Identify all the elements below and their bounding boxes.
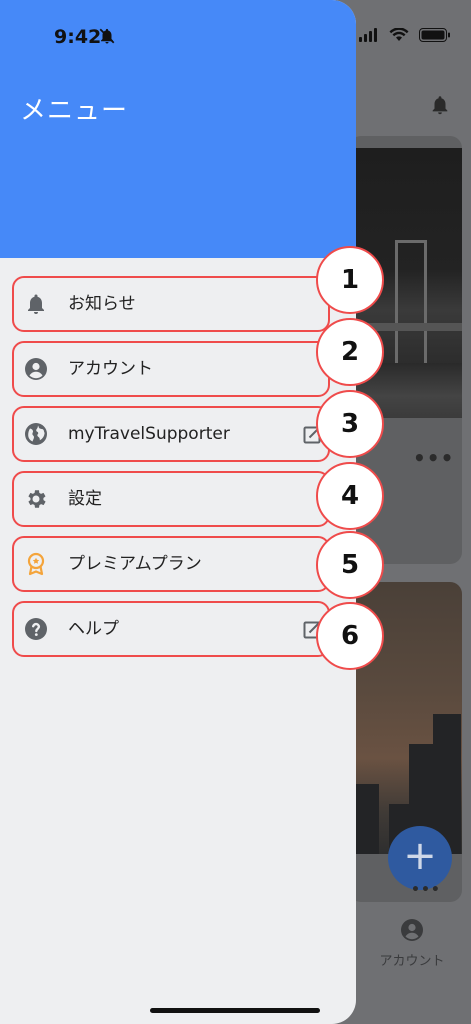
menu-item-label: ヘルプ: [68, 619, 119, 639]
wifi-icon: [389, 28, 409, 41]
drawer-header: 9:42 メニュー: [0, 0, 356, 258]
battery-icon: [419, 28, 450, 42]
menu-item-mytravelsupporter[interactable]: myTravelSupporter: [12, 406, 330, 462]
menu-item-notifications[interactable]: お知らせ: [12, 276, 330, 332]
add-fab-button[interactable]: +: [388, 826, 452, 890]
notifications-bell-icon[interactable]: [429, 94, 451, 116]
menu-item-label: お知らせ: [68, 294, 136, 314]
annotation-badge: 1: [316, 246, 384, 314]
menu-item-settings[interactable]: 設定: [12, 471, 330, 527]
annotation-badge: 3: [316, 390, 384, 458]
menu-item-label: プレミアムプラン: [68, 554, 202, 574]
home-indicator: [150, 1008, 320, 1013]
gear-icon: [28, 490, 46, 508]
menu-item-premium-plan[interactable]: プレミアムプラン: [12, 536, 330, 592]
menu-item-label: myTravelSupporter: [68, 424, 230, 444]
bottom-nav-account[interactable]: アカウント: [376, 918, 448, 969]
more-options-icon[interactable]: •••: [411, 882, 441, 898]
annotation-badge: 2: [316, 318, 384, 386]
status-time: 9:42: [54, 26, 102, 48]
drawer-title: メニュー: [20, 96, 129, 126]
more-options-icon[interactable]: •••: [413, 446, 454, 470]
menu-item-account[interactable]: アカウント: [12, 341, 330, 397]
annotation-badge: 4: [316, 462, 384, 530]
menu-item-label: 設定: [68, 489, 102, 509]
bottom-nav-account-label: アカウント: [379, 954, 445, 969]
menu-item-label: アカウント: [68, 359, 153, 379]
account-circle-icon: [401, 919, 423, 941]
menu-item-help[interactable]: ヘルプ: [12, 601, 330, 657]
silent-mode-icon: [99, 28, 115, 44]
status-icons: [359, 28, 451, 42]
premium-award-icon: [27, 552, 45, 576]
globe-icon: [25, 423, 47, 445]
annotation-badge: 6: [316, 602, 384, 670]
bell-icon: [28, 294, 44, 314]
navigation-drawer: 9:42 メニュー お知らせ アカウント myTravelSupporter 設…: [0, 0, 356, 1024]
annotation-badge: 5: [316, 531, 384, 599]
help-icon: [25, 618, 47, 640]
account-circle-icon: [25, 358, 47, 380]
signal-icon: [359, 28, 377, 42]
